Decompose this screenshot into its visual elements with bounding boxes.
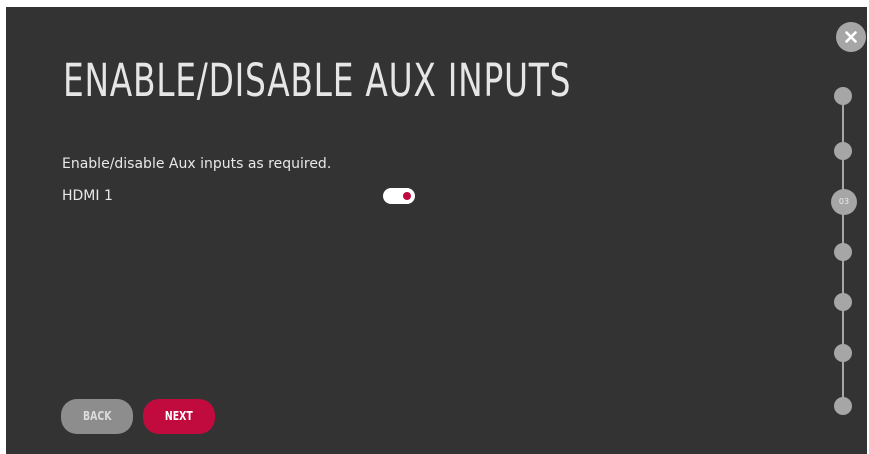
step-5-dot [834, 293, 852, 311]
page-title: ENABLE/DISABLE AUX INPUTS [63, 54, 572, 107]
step-1-dot [834, 87, 852, 105]
page-description: Enable/disable Aux inputs as required. [62, 156, 332, 172]
back-button[interactable]: BACK [61, 399, 133, 434]
close-icon [845, 31, 857, 43]
step-3-current: 03 [831, 189, 857, 215]
back-button-label: BACK [82, 409, 112, 423]
step-2-dot [834, 142, 852, 160]
setup-screen: ENABLE/DISABLE AUX INPUTS Enable/disable… [6, 7, 867, 454]
step-6-dot [834, 344, 852, 362]
close-button[interactable] [836, 22, 866, 52]
hdmi-1-label: HDMI 1 [62, 188, 113, 204]
hdmi-1-toggle[interactable] [383, 188, 415, 204]
step-7-dot [834, 397, 852, 415]
step-4-dot [834, 243, 852, 261]
next-button[interactable]: NEXT [143, 399, 215, 434]
next-button-label: NEXT [165, 409, 193, 423]
toggle-knob [403, 192, 411, 200]
